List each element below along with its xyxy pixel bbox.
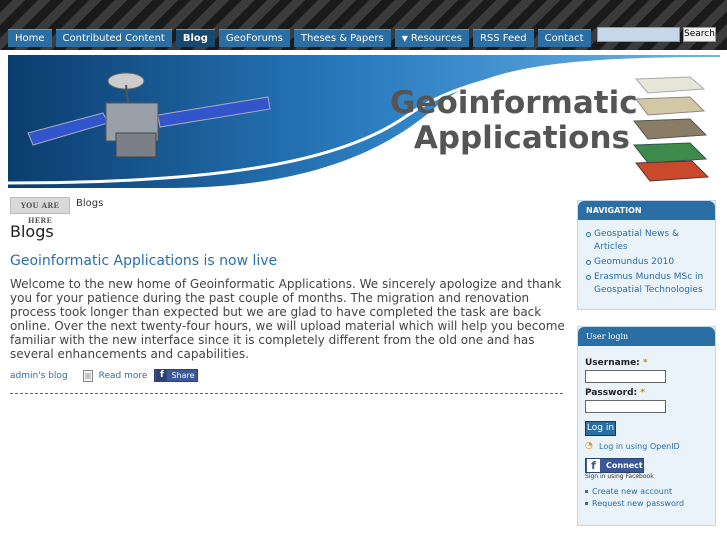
banner-title-line2: Applications: [413, 120, 630, 156]
nav-tab-home[interactable]: Home: [8, 29, 52, 47]
nav-tab-contact[interactable]: Contact: [537, 29, 591, 47]
map-layers-icon: [633, 76, 710, 182]
create-account-link[interactable]: Create new account: [585, 486, 684, 498]
nav-tab-rss-feed[interactable]: RSS Feed: [472, 29, 534, 47]
dropdown-arrow-icon: ▼: [401, 34, 408, 43]
openid-login-link[interactable]: ◔ Log in using OpenID: [585, 441, 680, 451]
facebook-connect-button[interactable]: f Connect: [585, 458, 644, 473]
username-field[interactable]: [585, 370, 666, 383]
post-title-link[interactable]: Geoinformatic Applications is now live: [10, 253, 277, 269]
bullet-icon: [586, 260, 591, 265]
banner-title: Geoinformatic Applications: [390, 85, 638, 156]
username-label: Username: *: [585, 358, 648, 368]
bullet-icon: [586, 232, 591, 237]
password-field[interactable]: [585, 400, 666, 413]
nav-tab-contributed-content[interactable]: Contributed Content: [55, 29, 172, 47]
post-body: Welcome to the new home of Geoinformatic…: [10, 277, 565, 361]
nav-tab-resources[interactable]: ▼ Resources: [394, 29, 469, 47]
post-divider: [10, 393, 563, 394]
main-nav: Home Contributed Content Blog GeoForums …: [8, 29, 595, 47]
share-label: Share: [171, 371, 195, 380]
bullet-icon: [585, 502, 588, 505]
page-title: Blogs: [10, 222, 54, 241]
facebook-signin-caption: Sign in using Facebook: [585, 473, 654, 480]
bullet-icon: [586, 275, 591, 280]
user-login-title: User login: [578, 327, 715, 346]
nav-link-erasmus-mundus[interactable]: Erasmus Mundus MSc in Geospatial Technol…: [586, 271, 709, 297]
document-icon: [82, 369, 93, 382]
post-links: admin's blog Read more f Share: [10, 369, 199, 382]
nav-tab-blog[interactable]: Blog: [175, 29, 215, 47]
blog-author-link[interactable]: admin's blog: [10, 371, 68, 381]
breadcrumb-label: YOU ARE HERE: [10, 197, 70, 225]
banner-title-line1: Geoinformatic: [390, 85, 638, 121]
site-banner: Geoinformatic Applications: [8, 55, 720, 188]
search-input[interactable]: [597, 27, 680, 42]
navigation-block: NAVIGATION Geospatial News & Articles Ge…: [577, 200, 716, 310]
connect-label: Connect: [606, 461, 643, 470]
read-more-link[interactable]: Read more: [99, 371, 148, 381]
openid-icon: ◔: [585, 441, 593, 451]
nav-tab-theses-papers[interactable]: Theses & Papers: [293, 29, 391, 47]
bullet-icon: [585, 490, 588, 493]
request-password-link[interactable]: Request new password: [585, 498, 684, 510]
breadcrumb-current: Blogs: [76, 198, 104, 209]
password-label: Password: *: [585, 388, 645, 398]
facebook-icon: f: [587, 459, 600, 472]
openid-label: Log in using OpenID: [599, 441, 680, 451]
nav-link-geomundus[interactable]: Geomundus 2010: [586, 256, 709, 269]
nav-link-geospatial-news[interactable]: Geospatial News & Articles: [586, 228, 709, 254]
login-button[interactable]: Log in: [585, 421, 616, 436]
facebook-share-button[interactable]: f Share: [154, 369, 199, 382]
search-button[interactable]: Search: [683, 27, 716, 42]
user-login-block: User login Username: * Password: * Log i…: [577, 326, 716, 526]
facebook-icon: f: [156, 370, 168, 381]
nav-tab-geoforums[interactable]: GeoForums: [218, 29, 290, 47]
navigation-block-title: NAVIGATION: [578, 201, 715, 220]
